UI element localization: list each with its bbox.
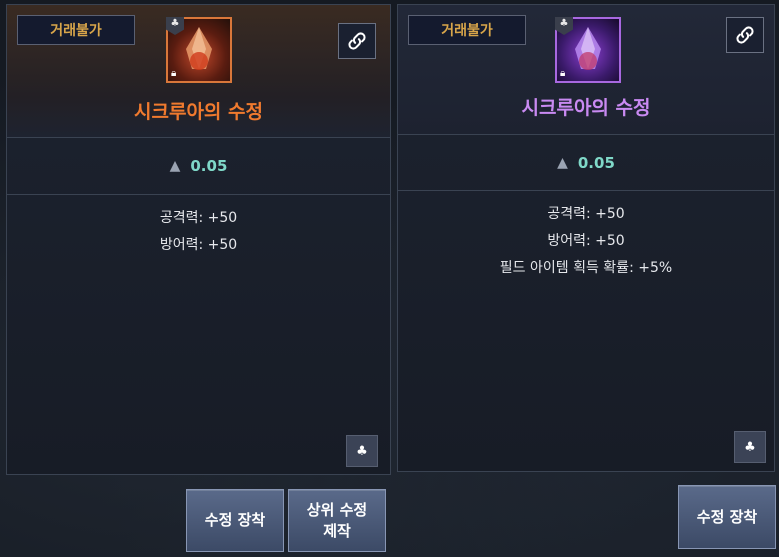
chain-link-icon: [736, 26, 754, 44]
item-header: 거래불가 ♣ 🔒︎ 시크루아의 수정: [398, 5, 774, 135]
untradeable-badge: 거래불가: [408, 15, 526, 45]
item-stats: 공격력: +50 방어력: +50: [7, 195, 390, 259]
stat-line: 방어력: +50: [159, 237, 238, 253]
stat-line: 공격력: +50: [159, 210, 238, 226]
item-header: 거래불가 ♣ 🔒︎ 시크루아의 수정: [7, 5, 390, 138]
weight-value: 0.05: [577, 153, 615, 172]
stat-line: 방어력: +50: [547, 233, 625, 249]
lock-icon: 🔒︎: [171, 68, 177, 79]
crystal-item-icon[interactable]: ♣ 🔒︎: [555, 17, 621, 83]
mask-icon: ♣: [744, 439, 756, 455]
item-card-right: 거래불가 ♣ 🔒︎ 시크루아의 수정 ▲ 0.05 공격력: +50 방어력: …: [397, 4, 775, 472]
weight-row: ▲ 0.05: [398, 135, 774, 191]
chain-link-icon: [348, 32, 366, 50]
crystal-item-icon[interactable]: ♣ 🔒︎: [166, 17, 232, 83]
mask-icon: ♣: [356, 443, 368, 459]
stat-line: 필드 아이템 획득 확률: +5%: [499, 260, 673, 276]
item-stats: 공격력: +50 방어력: +50 필드 아이템 획득 확률: +5%: [398, 191, 774, 282]
weight-icon: ▲: [557, 154, 568, 171]
equip-crystal-button[interactable]: 수정 장착: [186, 489, 284, 552]
craft-upper-crystal-button[interactable]: 상위 수정 제작: [288, 489, 386, 552]
mask-button[interactable]: ♣: [346, 435, 378, 467]
link-button[interactable]: [338, 23, 376, 59]
link-button[interactable]: [726, 17, 764, 53]
crystal-icon: [186, 27, 212, 70]
mask-button[interactable]: ♣: [734, 431, 766, 463]
stat-line: 공격력: +50: [547, 206, 625, 222]
weight-row: ▲ 0.05: [7, 138, 390, 195]
equip-crystal-button[interactable]: 수정 장착: [678, 485, 776, 549]
crystal-icon: [575, 27, 601, 70]
item-card-left: 거래불가 ♣ 🔒︎ 시크루아의 수정 ▲ 0.05 공격력: +50 방어력: …: [6, 4, 391, 475]
weight-icon: ▲: [169, 158, 181, 174]
craft-button-label: 상위 수정 제작: [306, 500, 368, 540]
item-compare-window: 거래불가 ♣ 🔒︎ 시크루아의 수정 ▲ 0.05 공격력: +50 방어력: …: [0, 0, 779, 557]
weight-value: 0.05: [190, 157, 228, 175]
item-name: 시크루아의 수정: [521, 97, 651, 119]
lock-icon: 🔒︎: [560, 68, 566, 79]
untradeable-badge: 거래불가: [17, 15, 135, 45]
item-name: 시크루아의 수정: [134, 101, 263, 123]
